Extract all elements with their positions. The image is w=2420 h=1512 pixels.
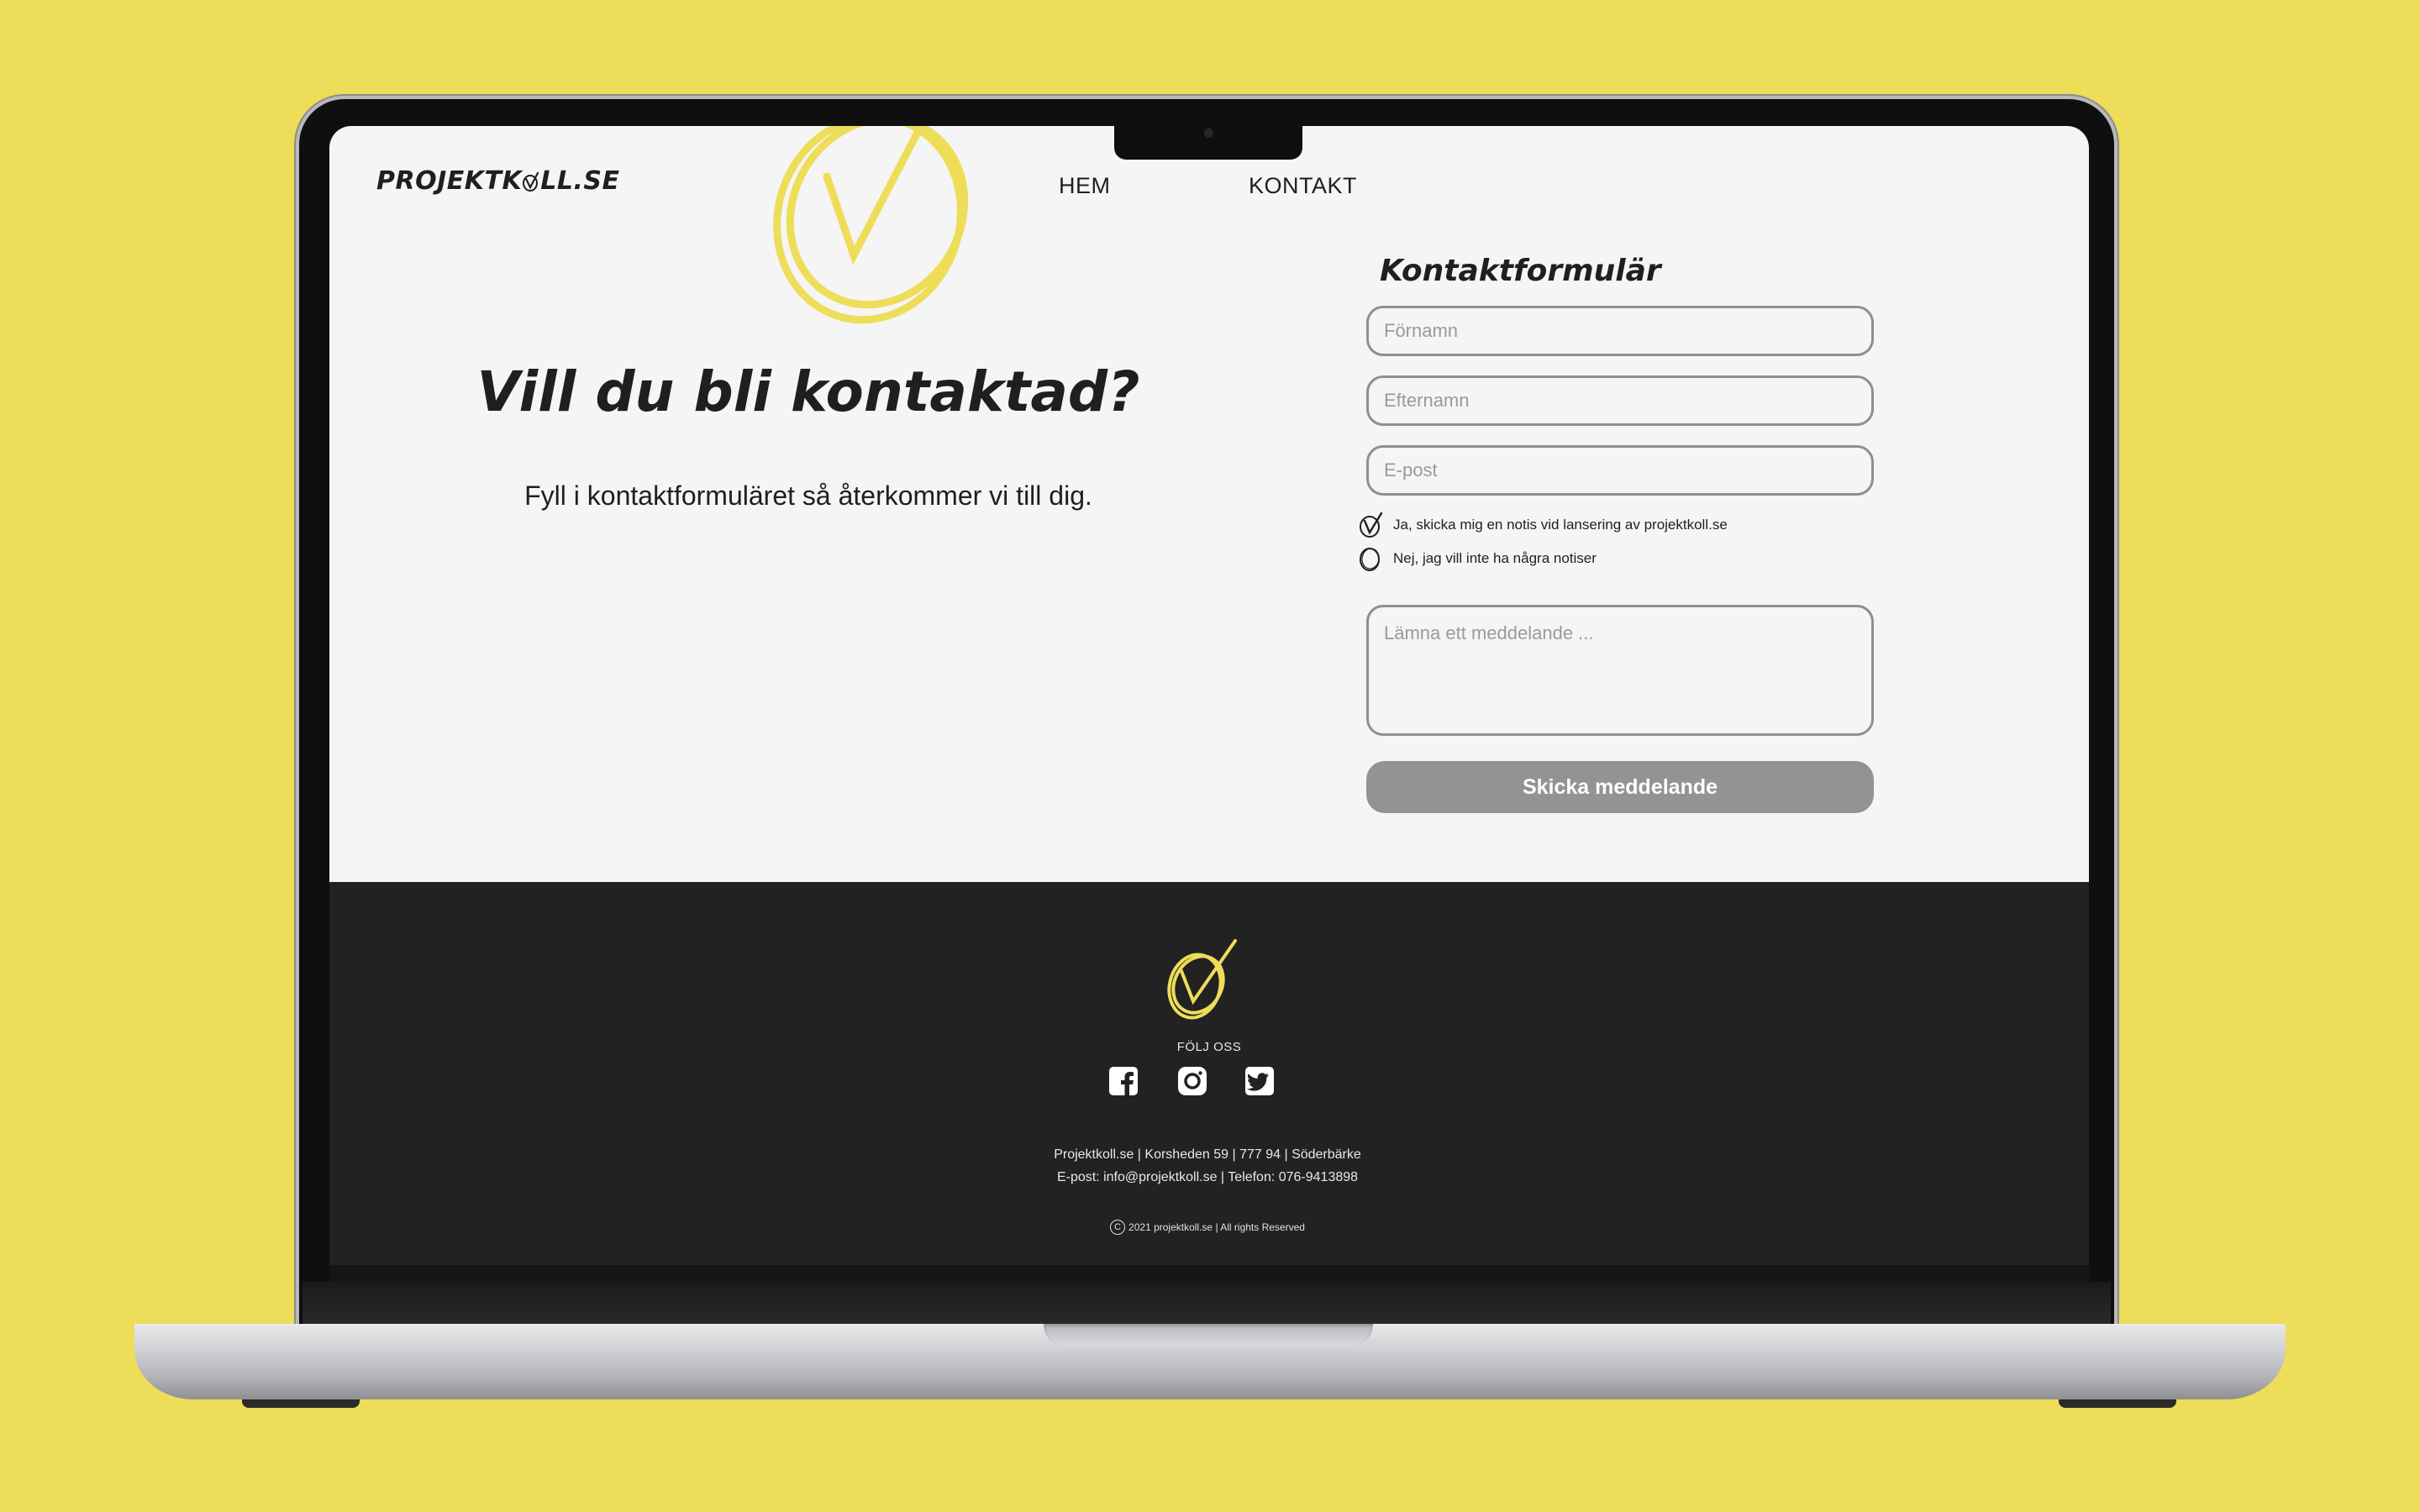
footer-check-logo-icon (1167, 939, 1237, 1020)
notify-yes-option[interactable]: Ja, skicka mig en notis vid lansering av… (1358, 512, 1728, 538)
form-title: Kontaktformulär (1380, 254, 1661, 288)
laptop-foot-left (242, 1399, 360, 1408)
message-field[interactable] (1366, 605, 1874, 736)
brand-prefix: PROJEKTK (376, 166, 523, 196)
laptop-hinge (302, 1282, 2111, 1326)
follow-us-label: FÖLJ OSS (1176, 1040, 1242, 1054)
brand-logo[interactable]: PROJEKTK LL.SE (376, 166, 619, 196)
copyright-text: 2021 projektkoll.se | All rights Reserve… (1128, 1221, 1305, 1233)
instagram-icon[interactable] (1176, 1065, 1208, 1097)
laptop-base-notch (1044, 1324, 1373, 1347)
notify-no-label: Nej, jag vill inte ha några notiser (1393, 550, 1597, 566)
send-message-button[interactable]: Skicka meddelande (1366, 761, 1874, 813)
footer-address: Projektkoll.se | Korsheden 59 | 777 94 |… (1054, 1147, 1361, 1162)
footer-copyright: C 2021 projektkoll.se | All rights Reser… (1052, 1220, 1363, 1235)
first-name-field[interactable] (1366, 306, 1874, 356)
nav-contact[interactable]: KONTAKT (1249, 173, 1357, 199)
last-name-field[interactable] (1366, 375, 1874, 426)
brand-check-icon (523, 171, 539, 192)
page-subtitle: Fyll i kontaktformuläret så återkommer v… (524, 480, 1092, 511)
laptop-chin (329, 1265, 2089, 1282)
footer-contact: E-post: info@projektkoll.se | Telefon: 0… (1056, 1170, 1359, 1184)
notify-no-option[interactable]: Nej, jag vill inte ha några notiser (1358, 546, 1597, 571)
email-field[interactable] (1366, 445, 1874, 496)
notify-yes-label: Ja, skicka mig en notis vid lansering av… (1393, 517, 1728, 533)
checked-circle-icon (1360, 512, 1383, 538)
empty-circle-icon (1360, 548, 1380, 571)
page-title: Vill du bli kontaktad? (476, 360, 1140, 424)
laptop-foot-right (2059, 1399, 2176, 1408)
facebook-icon[interactable] (1107, 1065, 1139, 1097)
twitter-icon[interactable] (1244, 1065, 1276, 1097)
brand-suffix: LL.SE (540, 166, 620, 196)
copyright-icon: C (1110, 1220, 1126, 1235)
website-screen: PROJEKTK LL.SE HEM KONTAKT Vill du bli ko… (329, 126, 2089, 1265)
camera-icon (1204, 129, 1213, 138)
nav-home[interactable]: HEM (1059, 173, 1111, 199)
check-circle-icon (773, 126, 969, 324)
